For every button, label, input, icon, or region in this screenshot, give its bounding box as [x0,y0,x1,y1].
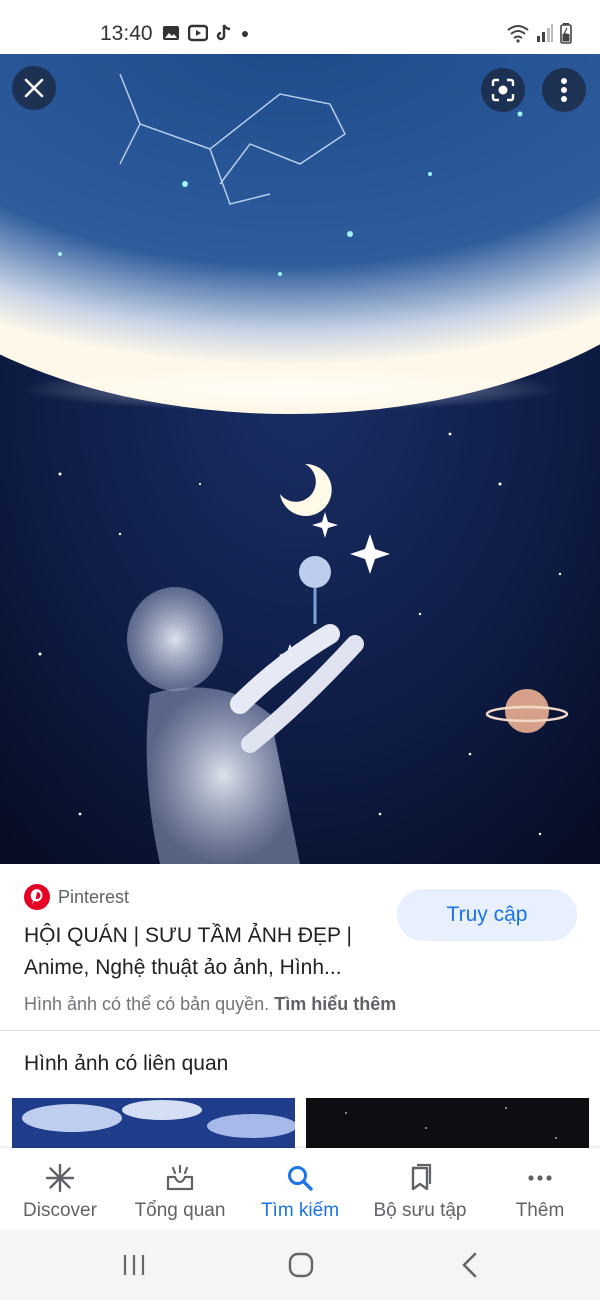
nav-more[interactable]: Thêm [480,1148,600,1230]
bottom-navigation: Discover Tổng quan Tìm kiếm Bộ sưu tập T… [0,1148,600,1230]
visit-button[interactable]: Truy cập [397,889,577,941]
related-image-thumbnail[interactable] [306,1098,589,1148]
battery-icon [560,23,572,44]
status-time: 13:40 [100,22,153,45]
close-icon [24,78,44,98]
related-image-thumbnail[interactable] [12,1098,295,1148]
copyright-text: Hình ảnh có thể có bản quyền. [24,994,270,1014]
nav-overview[interactable]: Tổng quan [120,1148,240,1230]
related-images-heading: Hình ảnh có liên quan [24,1052,229,1075]
image-icon [163,26,179,40]
source-row[interactable]: Pinterest [24,884,129,910]
nav-label: Thêm [515,1200,565,1221]
status-notification-icons [162,24,250,42]
learn-more-link[interactable]: Tìm hiểu thêm [274,994,396,1014]
signal-icon [537,24,553,42]
asterisk-icon [45,1162,75,1194]
search-icon [285,1162,315,1194]
lens-icon [491,78,515,102]
more-options-button[interactable] [542,68,586,112]
anime-sky-illustration [0,54,600,864]
back-icon [462,1252,477,1278]
status-bar: 13:40 [0,0,600,54]
system-navigation-bar [0,1230,600,1300]
more-horiz-icon [525,1162,555,1194]
nav-label: Discover [23,1200,97,1221]
dot-icon [242,31,248,37]
home-button[interactable] [287,1250,315,1280]
pinterest-icon [24,884,50,910]
status-system-icons [506,22,572,44]
recent-apps-icon [123,1255,145,1275]
nav-discover[interactable]: Discover [0,1148,120,1230]
nav-label: Tìm kiếm [260,1200,340,1221]
result-info: Pinterest HỘI QUÁN | SƯU TẦM ẢNH ĐẸP | A… [0,864,600,1030]
inbox-icon [165,1162,195,1194]
result-title[interactable]: HỘI QUÁN | SƯU TẦM ẢNH ĐẸP | Anime, Nghệ… [24,920,394,984]
section-divider [0,1030,600,1031]
copyright-notice: Hình ảnh có thể có bản quyền. Tìm hiểu t… [24,994,396,1015]
nav-label: Bộ sưu tập [373,1200,467,1221]
hero-image[interactable] [0,54,600,864]
more-vert-icon [561,78,567,102]
nav-collections[interactable]: Bộ sưu tập [360,1148,480,1230]
collections-icon [405,1162,435,1194]
nav-label: Tổng quan [134,1200,226,1221]
source-name: Pinterest [58,886,130,907]
nav-search[interactable]: Tìm kiếm [240,1148,360,1230]
recent-apps-button[interactable] [120,1250,148,1280]
home-icon [288,1252,314,1278]
back-button[interactable] [458,1250,482,1280]
wifi-icon [507,25,529,43]
youtube-icon [188,24,208,42]
lens-button[interactable] [481,68,525,112]
tiktok-icon [216,24,231,41]
close-button[interactable] [12,66,56,110]
